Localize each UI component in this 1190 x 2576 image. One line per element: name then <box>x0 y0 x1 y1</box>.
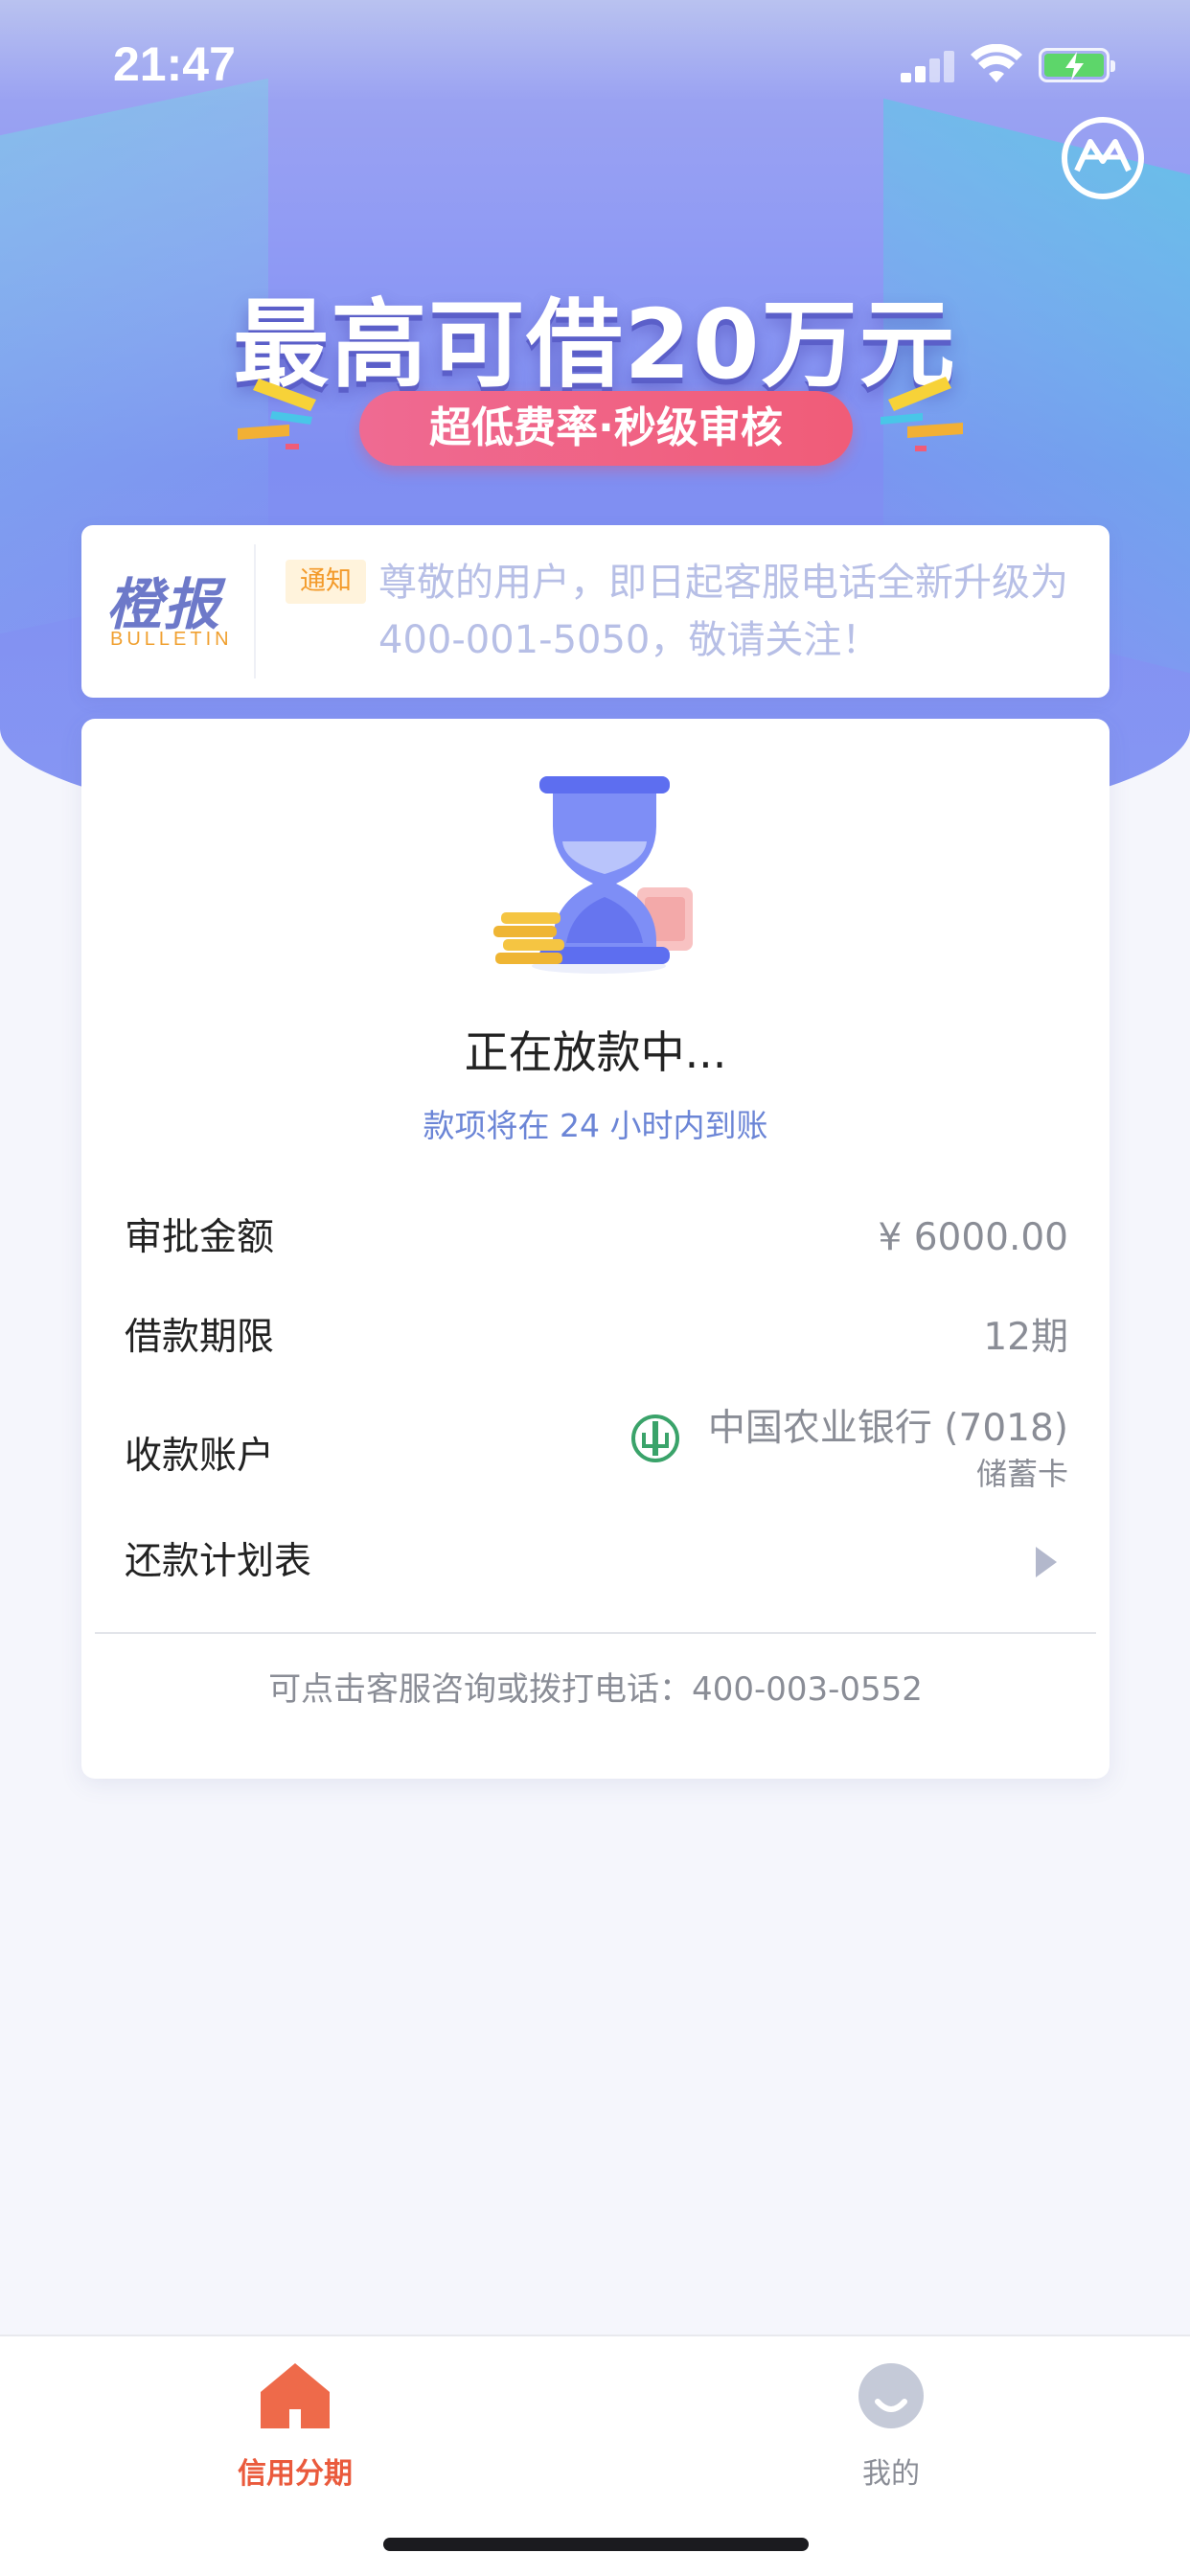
home-icon <box>261 2363 330 2428</box>
card-divider <box>95 1632 1096 1634</box>
loan-term-value: 12期 <box>983 1316 1068 1359</box>
battery-icon <box>1039 48 1115 82</box>
tab-mine-label: 我的 <box>862 2457 920 2491</box>
hero-tagline-pill: 超低费率·秒级审核 <box>359 391 853 466</box>
home-indicator <box>383 2538 809 2551</box>
loan-status-card: 正在放款中... 款项将在 24 小时内到账 审批金额 ¥ 6000.00 借款… <box>81 719 1110 1779</box>
repayment-schedule-label: 还款计划表 <box>125 1540 312 1583</box>
approved-amount-value: ¥ 6000.00 <box>878 1216 1069 1259</box>
hourglass-money-icon <box>493 776 693 974</box>
card-type: 储蓄卡 <box>975 1456 1068 1492</box>
tab-credit-label: 信用分期 <box>238 2457 353 2491</box>
confetti-left-icon <box>238 379 316 449</box>
wifi-icon <box>971 44 1022 82</box>
status-time: 21:47 <box>113 37 236 91</box>
tab-credit-installment[interactable]: 信用分期 <box>151 2358 439 2501</box>
status-bar: 21:47 <box>0 0 1190 134</box>
bulletin-divider <box>254 544 256 678</box>
notice-message: 尊敬的用户，即日起客服电话全新升级为 400-001-5050，敬请关注！ <box>378 561 1068 662</box>
receiving-account-row: 收款账户 中国农业银行 (7018) 储蓄卡 <box>125 1407 1068 1512</box>
loan-status-subtitle: 款项将在 24 小时内到账 <box>423 1107 768 1144</box>
bulletin-logo: 橙报 BULLETIN <box>106 572 233 650</box>
profile-icon <box>858 2363 924 2428</box>
mini-program-close-icon[interactable] <box>1060 115 1146 201</box>
hero-title: 最高可借20万元 <box>233 288 957 401</box>
cellular-signal-icon <box>901 50 954 82</box>
customer-service-hint[interactable]: 可点击客服咨询或拨打电话：400-003-0552 <box>81 1663 1110 1710</box>
tab-mine[interactable]: 我的 <box>747 2358 1035 2501</box>
confetti-right-icon <box>881 377 963 451</box>
approved-amount-label: 审批金额 <box>125 1216 275 1259</box>
loan-term-label: 借款期限 <box>125 1316 275 1359</box>
receiving-account-label: 收款账户 <box>125 1435 275 1478</box>
bank-name: 中国农业银行 (7018) <box>707 1407 1068 1450</box>
repayment-schedule-row[interactable]: 还款计划表 <box>125 1524 1068 1600</box>
abc-bank-logo-icon <box>631 1414 679 1462</box>
loan-term-row: 借款期限 12期 <box>125 1300 1068 1376</box>
loan-status-title: 正在放款中... <box>464 1026 727 1078</box>
chevron-right-icon <box>1036 1547 1057 1577</box>
receiving-account-value: 中国农业银行 (7018) 储蓄卡 <box>708 1405 1068 1495</box>
notice-tag: 通知 <box>286 560 366 604</box>
approved-amount-row: 审批金额 ¥ 6000.00 <box>125 1200 1068 1276</box>
notice-bulletin[interactable]: 橙报 BULLETIN 通知 尊敬的用户，即日起客服电话全新升级为 400-00… <box>81 525 1110 698</box>
